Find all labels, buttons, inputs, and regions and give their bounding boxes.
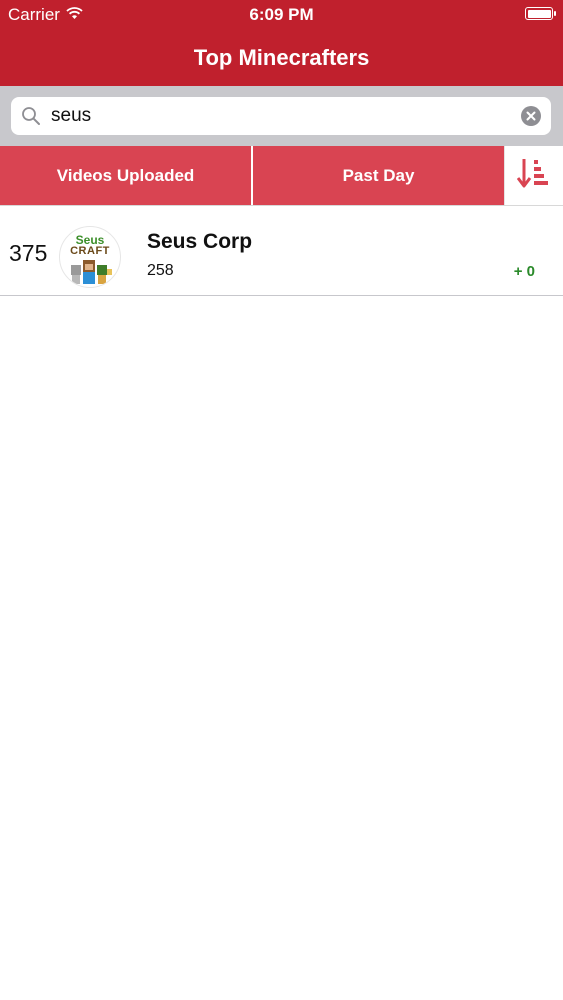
period-filter-button[interactable]: Past Day [253, 146, 504, 205]
battery-icon [525, 7, 556, 20]
sort-order-button[interactable] [504, 146, 563, 205]
results-list: 375 Seus CRAFT Seus Corp 258 + 0 [0, 206, 563, 296]
page-title: Top Minecrafters [193, 45, 370, 70]
search-input[interactable]: seus [11, 97, 551, 135]
avatar: Seus CRAFT [59, 226, 121, 288]
videos-count: 258 [147, 262, 174, 279]
status-bar: Carrier 6:09 PM [0, 0, 563, 30]
minecraft-characters-icon [71, 260, 112, 284]
search-bar: seus [0, 86, 563, 146]
search-icon [21, 106, 41, 126]
status-time: 6:09 PM [249, 5, 314, 24]
avatar-logo-text-bottom: CRAFT [70, 245, 110, 257]
metric-filter-label: Videos Uploaded [56, 165, 195, 185]
sort-descending-icon [516, 156, 551, 195]
filter-bar: Videos Uploaded Past Day [0, 146, 563, 206]
rank-number: 375 [9, 240, 48, 266]
metric-filter-button[interactable]: Videos Uploaded [0, 146, 251, 205]
change-indicator: + 0 [513, 263, 535, 280]
list-item[interactable]: 375 Seus CRAFT Seus Corp 258 + 0 [0, 206, 563, 296]
period-filter-label: Past Day [342, 165, 415, 185]
channel-name: Seus Corp [147, 230, 253, 253]
search-query-text[interactable]: seus [51, 105, 521, 127]
navigation-bar: Top Minecrafters [0, 30, 563, 86]
clear-search-icon[interactable] [521, 106, 541, 126]
